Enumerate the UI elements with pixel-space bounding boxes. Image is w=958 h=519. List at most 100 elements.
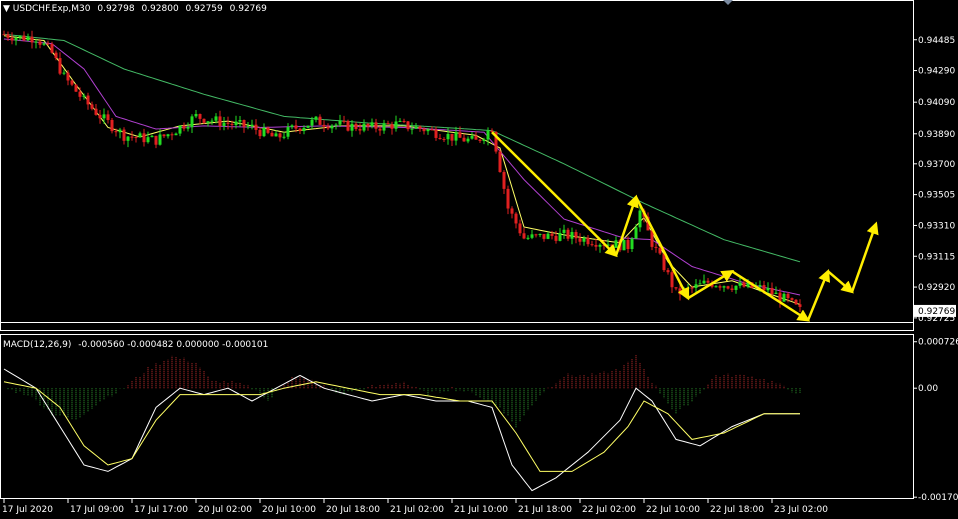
candle-body bbox=[786, 293, 790, 299]
candle-body bbox=[2, 34, 6, 36]
candle-body bbox=[82, 95, 86, 97]
candle-body bbox=[110, 119, 114, 132]
candle bbox=[466, 136, 470, 144]
candle bbox=[130, 131, 134, 141]
moving-average-line bbox=[3, 38, 801, 296]
candle-body bbox=[34, 41, 38, 43]
candle-body bbox=[726, 286, 730, 289]
candle-body bbox=[590, 244, 594, 246]
candle-body bbox=[558, 233, 562, 241]
candle-body bbox=[382, 123, 386, 131]
candle-body bbox=[774, 292, 778, 295]
candle bbox=[442, 137, 446, 142]
candle bbox=[314, 116, 318, 123]
candle bbox=[198, 113, 202, 125]
candle bbox=[322, 120, 326, 132]
candle-body bbox=[534, 234, 538, 236]
candle bbox=[614, 236, 618, 248]
candle-body bbox=[346, 120, 350, 131]
candle bbox=[546, 231, 550, 240]
candle bbox=[298, 127, 302, 135]
candle-body bbox=[194, 113, 198, 117]
candle-body bbox=[122, 129, 126, 141]
candle-body bbox=[114, 131, 118, 133]
candle-body bbox=[742, 282, 746, 287]
candle-body bbox=[498, 151, 502, 173]
trading-chart[interactable]: ▼ USDCHF.Exp,M30 0.92798 0.92800 0.92759… bbox=[0, 0, 958, 519]
candle bbox=[226, 116, 230, 130]
high-price: 0.92800 bbox=[141, 4, 178, 14]
time-tick-label: 21 Jul 02:00 bbox=[390, 505, 444, 515]
current-price-label: 0.92769 bbox=[918, 307, 955, 317]
candle bbox=[254, 119, 258, 135]
time-tick-label: 20 Jul 10:00 bbox=[262, 505, 316, 515]
collapse-triangle-icon[interactable]: ▼ bbox=[3, 4, 13, 14]
candle-body bbox=[722, 286, 726, 288]
candle bbox=[250, 119, 254, 130]
candle bbox=[258, 127, 262, 140]
candle-body bbox=[150, 135, 154, 138]
low-price: 0.92759 bbox=[186, 4, 223, 14]
candle bbox=[514, 212, 518, 229]
candle-body bbox=[246, 126, 250, 128]
candle-body bbox=[718, 286, 722, 288]
candle-body bbox=[586, 237, 590, 245]
time-tick-label: 23 Jul 02:00 bbox=[774, 505, 828, 515]
candle bbox=[362, 119, 366, 133]
candle-body bbox=[610, 244, 614, 248]
candle bbox=[74, 84, 78, 92]
price-tick-label: 0.93310 bbox=[918, 221, 955, 231]
candle-body bbox=[562, 229, 566, 234]
candle bbox=[698, 279, 702, 285]
candle-body bbox=[694, 284, 698, 288]
candle-body bbox=[458, 132, 462, 138]
candle bbox=[670, 270, 674, 294]
candle-body bbox=[502, 172, 506, 189]
candle-body bbox=[518, 223, 522, 234]
candle bbox=[30, 30, 34, 49]
candle bbox=[378, 126, 382, 136]
candle-body bbox=[26, 36, 30, 41]
candle bbox=[210, 118, 214, 125]
candle-body bbox=[170, 134, 174, 136]
candle-body bbox=[310, 119, 314, 126]
candle-body bbox=[46, 43, 50, 45]
candle-body bbox=[706, 280, 710, 283]
candle-body bbox=[146, 137, 150, 143]
candle-body bbox=[486, 130, 490, 140]
candle-body bbox=[74, 84, 78, 92]
candle bbox=[142, 128, 146, 147]
candle bbox=[238, 115, 242, 127]
candle-body bbox=[510, 208, 514, 214]
candle-body bbox=[54, 52, 58, 59]
candle-body bbox=[670, 272, 674, 288]
candle bbox=[450, 133, 454, 146]
candle-body bbox=[398, 120, 402, 122]
candle bbox=[126, 136, 130, 148]
candle bbox=[674, 287, 678, 291]
candle bbox=[382, 119, 386, 134]
time-tick-label: 22 Jul 02:00 bbox=[582, 505, 636, 515]
symbol-label: USDCHF.Exp,M30 bbox=[13, 4, 91, 14]
candle bbox=[154, 135, 158, 149]
candle bbox=[598, 243, 602, 253]
candle-body bbox=[290, 125, 294, 127]
candle-body bbox=[190, 116, 194, 128]
macd-pane[interactable] bbox=[3, 354, 801, 492]
candle-body bbox=[550, 233, 554, 236]
candle bbox=[654, 243, 658, 253]
price-pane[interactable] bbox=[2, 30, 879, 322]
candle-body bbox=[546, 233, 550, 239]
candle-body bbox=[262, 127, 266, 137]
macd-header: MACD(12,26,9) -0.000560 -0.000482 0.0000… bbox=[3, 340, 268, 350]
candle bbox=[242, 119, 246, 133]
trend-arrow bbox=[491, 131, 618, 258]
candle-body bbox=[186, 127, 190, 129]
scroll-marker-icon[interactable] bbox=[723, 0, 733, 5]
candle-body bbox=[318, 116, 322, 125]
candle bbox=[266, 126, 270, 135]
candle-body bbox=[522, 233, 526, 239]
candle-body bbox=[674, 287, 678, 289]
candle-body bbox=[302, 127, 306, 131]
macd-lines bbox=[3, 368, 800, 492]
